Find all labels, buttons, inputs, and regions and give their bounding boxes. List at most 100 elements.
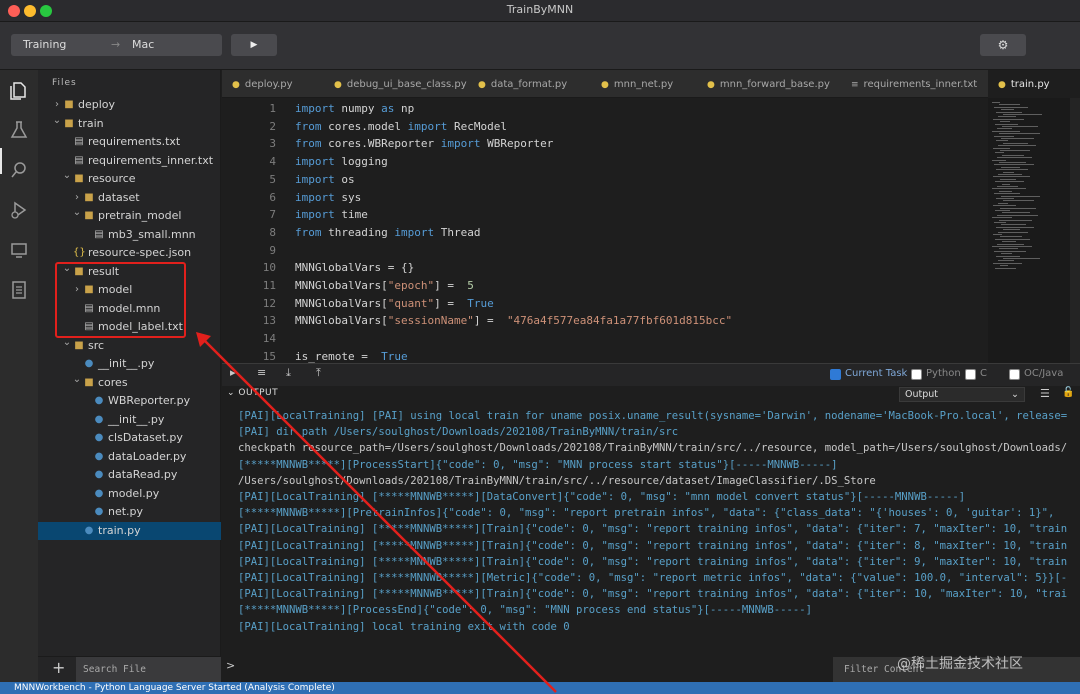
tab-debug-ui-base-class-py[interactable]: ● debug_ui_base_class.py: [324, 70, 468, 98]
device-icon[interactable]: [8, 240, 30, 262]
editor-scrollbar[interactable]: [1070, 98, 1080, 363]
code-token: os: [341, 172, 355, 186]
flask-icon[interactable]: [8, 120, 30, 142]
search-file-input[interactable]: Search File: [76, 657, 221, 683]
filter-checkbox-oc-java[interactable]: [1009, 369, 1020, 380]
output-channel-value: Output: [905, 389, 938, 400]
document-icon[interactable]: [8, 280, 30, 302]
chevron-down-icon[interactable]: ⌄: [62, 167, 72, 186]
line-number: 10: [262, 261, 276, 275]
code-line[interactable]: import numpy as np: [295, 102, 414, 115]
code-editor[interactable]: 1 2 3 4 5 6 7 8 9 10 11 12 13 14 15 import numpy as np…: [222, 98, 1080, 363]
tree-item[interactable]: ⌄ ■ src: [38, 337, 221, 356]
download-icon[interactable]: ⤓: [286, 366, 291, 380]
code-line[interactable]: MNNGlobalVars["sessionName"] = "476a4f57…: [295, 314, 732, 327]
filter-checkbox-python[interactable]: [911, 369, 922, 380]
log-line: [*****MNNWB*****][ProcessStart]{"code": …: [238, 458, 838, 471]
folder-icon: ■: [84, 210, 94, 221]
tab-train-py[interactable]: ● train.py: [988, 70, 1080, 98]
minimap-line: [1002, 183, 1010, 185]
minimap-line: [1003, 142, 1028, 144]
tree-item[interactable]: › ■ deploy: [38, 96, 221, 115]
settings-button[interactable]: ⚙: [980, 34, 1026, 56]
clear-output-icon[interactable]: ☰: [1040, 387, 1050, 400]
tree-item[interactable]: ● WBReporter.py: [38, 392, 221, 411]
minimap[interactable]: [988, 98, 1080, 363]
chevron-down-icon: ⌄: [227, 388, 239, 398]
minimap-line: [992, 102, 1000, 103]
code-line[interactable]: import time: [295, 208, 368, 221]
chevron-down-icon[interactable]: ⌄: [72, 204, 82, 223]
tree-item[interactable]: ● __init__.py: [38, 355, 221, 374]
tree-item[interactable]: ● dataLoader.py: [38, 448, 221, 467]
tree-item[interactable]: ⌄ ■ train: [38, 115, 221, 134]
minimap-line: [996, 111, 1022, 113]
line-number: 8: [269, 225, 276, 239]
code-line[interactable]: MNNGlobalVars = {}: [295, 261, 414, 274]
minimap-line: [993, 147, 1010, 149]
tree-item[interactable]: ● clsDataset.py: [38, 429, 221, 448]
code-line[interactable]: import sys: [295, 191, 361, 204]
tab-mnn-forward-base-py[interactable]: ● mnn_forward_base.py: [697, 70, 841, 98]
target-selector[interactable]: Training → Mac: [11, 34, 222, 56]
line-number: 1: [269, 102, 276, 115]
code-token: numpy: [341, 102, 375, 115]
upload-icon[interactable]: ⤒: [316, 366, 321, 380]
output-panel: ▸ ≡ ⤓ ⤒ Current Task Python C OC/Java ⌄ OUT…: [222, 363, 1080, 683]
tree-item[interactable]: ⌄ ■ resource: [38, 170, 221, 189]
tab-deploy-py[interactable]: ● deploy.py: [222, 70, 324, 98]
tree-item[interactable]: ▤ mb3_small.mnn: [38, 226, 221, 245]
minimap-line: [994, 164, 1034, 166]
code-line[interactable]: MNNGlobalVars["quant"] = True: [295, 297, 494, 310]
code-line[interactable]: from cores.model import RecModel: [295, 120, 507, 133]
code-line[interactable]: from cores.WBReporter import WBReporter: [295, 137, 553, 150]
minimap-line: [992, 159, 1006, 161]
run-button[interactable]: ▶: [231, 34, 277, 56]
tab-data-format-py[interactable]: ● data_format.py: [468, 70, 591, 98]
minimap-line: [1002, 126, 1038, 127]
lock-icon[interactable]: 🔓: [1062, 387, 1074, 398]
add-file-icon[interactable]: +: [52, 658, 65, 677]
line-number: 11: [262, 279, 276, 292]
code-token: MNNGlobalVars[: [295, 279, 388, 292]
code-line[interactable]: from threading import Thread: [295, 226, 480, 239]
tree-item[interactable]: ● train.py: [38, 521, 221, 540]
code-token: from: [295, 119, 322, 133]
tree-item[interactable]: › ■ dataset: [38, 189, 221, 208]
tree-item[interactable]: ● net.py: [38, 503, 221, 522]
output-channel-select[interactable]: Output ⌄: [899, 387, 1025, 402]
tree-item[interactable]: ● model.py: [38, 485, 221, 504]
python-file-icon: ●: [232, 80, 240, 90]
minimap-line: [1002, 241, 1016, 243]
play-output-icon[interactable]: ▸: [230, 366, 236, 379]
tree-item[interactable]: ● dataRead.py: [38, 466, 221, 485]
minimap-line: [997, 128, 1012, 130]
minimap-line: [997, 186, 1018, 187]
search-icon[interactable]: [8, 160, 30, 182]
watermark: @稀土掘金技术社区: [897, 656, 1023, 672]
filter-checkbox-c[interactable]: [965, 369, 976, 380]
line-number: 14: [262, 332, 276, 346]
code-line[interactable]: import os: [295, 173, 355, 186]
code-line[interactable]: import logging: [295, 155, 388, 168]
tree-item[interactable]: ● __init__.py: [38, 411, 221, 430]
code-token: import: [295, 190, 335, 204]
files-icon[interactable]: [8, 80, 30, 102]
debug-run-icon[interactable]: [8, 200, 30, 222]
chevron-down-icon[interactable]: ⌄: [52, 112, 62, 131]
list-icon[interactable]: ≡: [257, 366, 266, 379]
tree-item[interactable]: ▤ requirements.txt: [38, 133, 221, 152]
chevron-down-icon[interactable]: ⌄: [72, 371, 82, 390]
code-token: ] =: [434, 279, 461, 292]
tree-item[interactable]: ⌄ ■ pretrain_model: [38, 207, 221, 226]
tab-requirements-inner-txt[interactable]: ≡ requirements_inner.txt: [841, 70, 988, 98]
code-line[interactable]: MNNGlobalVars["epoch"] = 5: [295, 279, 474, 292]
tree-item[interactable]: ⌄ ■ cores: [38, 374, 221, 393]
tab-mnn-net-py[interactable]: ● mnn_net.py: [591, 70, 697, 98]
tab-label: deploy.py: [244, 79, 293, 90]
filter-checkbox-current-task[interactable]: [830, 369, 841, 380]
output-header: ⌄ OUTPUT: [227, 388, 278, 398]
minimap-line: [999, 133, 1040, 135]
code-line[interactable]: is_remote = True: [295, 350, 408, 363]
log-line: [PAI][LocalTraining] [*****MNNWB*****][T…: [238, 539, 1068, 552]
